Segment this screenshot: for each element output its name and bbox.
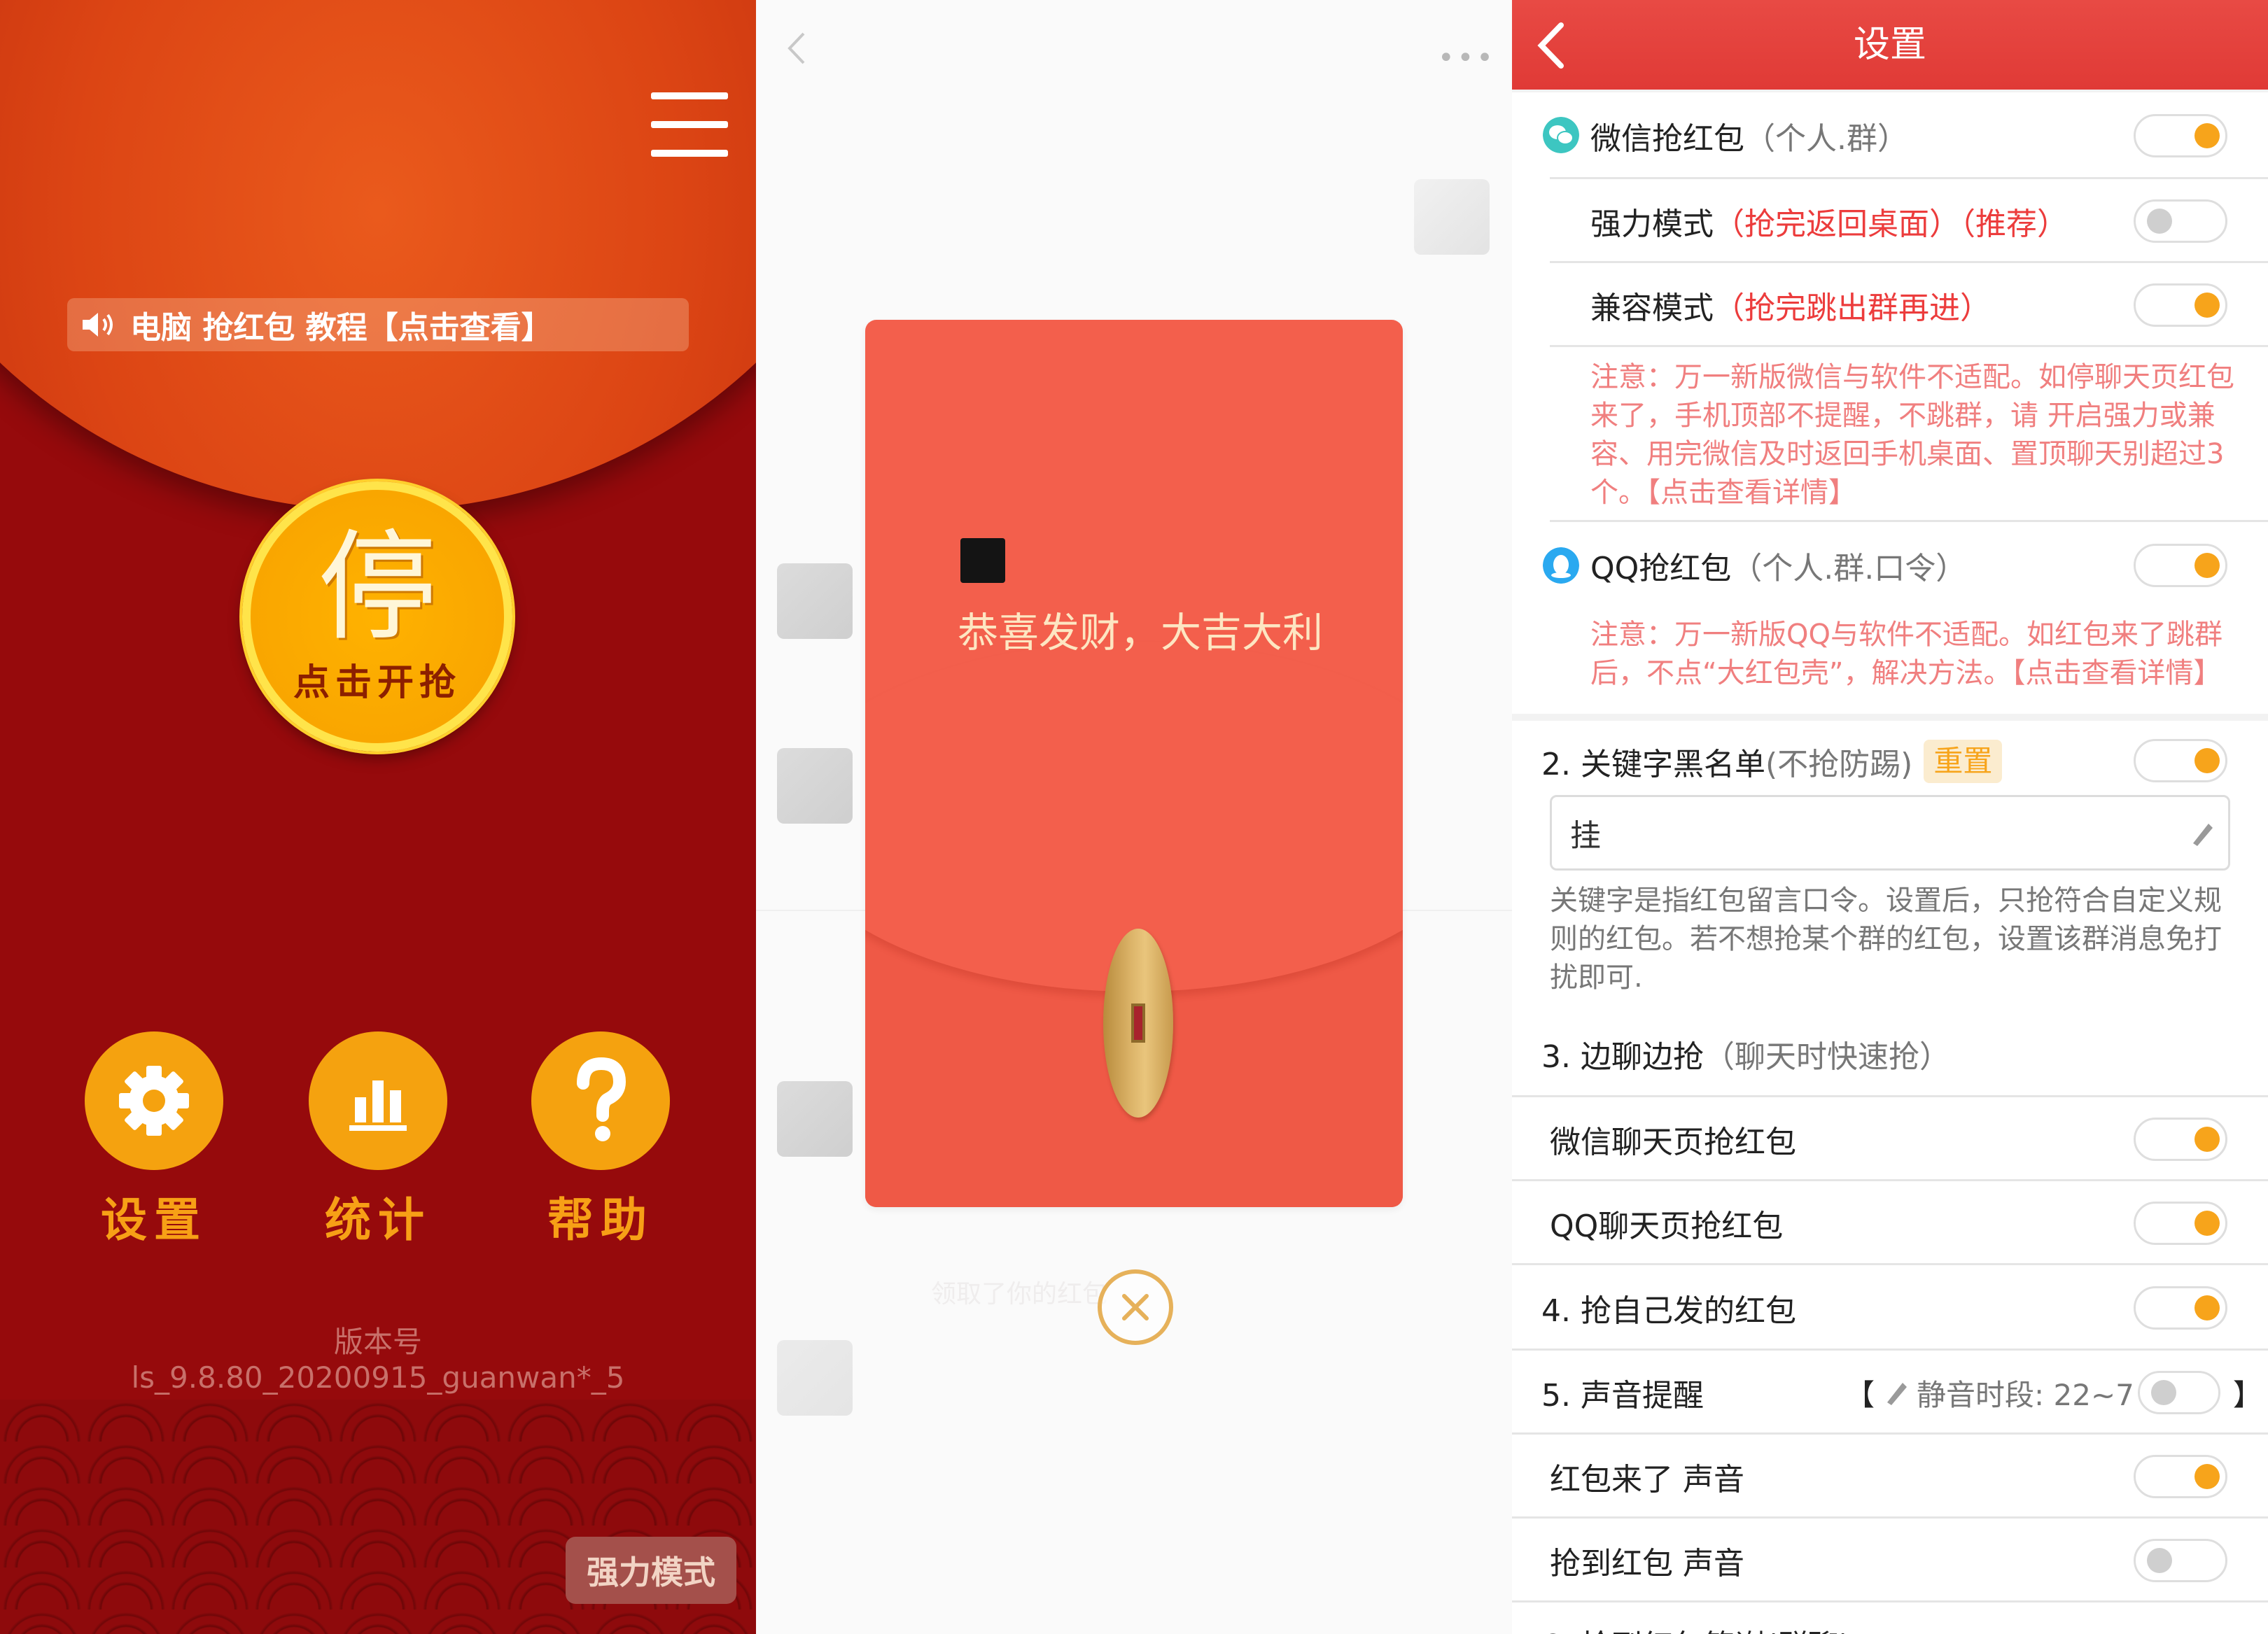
qq-note[interactable]: 注意：万一新版QQ与软件不适配。如红包来了跳群后，不点“大红包壳”，解决方法。【… — [1590, 616, 2255, 693]
mute-bracket-open: 【 — [1845, 1377, 1875, 1412]
strong-mode-hint: （抢完返回桌面）（推荐） — [1714, 206, 2068, 242]
avatar[interactable] — [777, 1081, 853, 1157]
main-screen: 电脑 抢红包 教程【点击查看】 停 点击开抢 设置 统计 帮助 版本号 ls_9… — [0, 0, 756, 1634]
envelope-top-flap — [0, 0, 756, 511]
keyword-toggle[interactable] — [2134, 739, 2227, 782]
qq-grab-hint: （个人.群.口令） — [1731, 551, 1967, 586]
reset-button[interactable]: 重置 — [1924, 740, 2003, 783]
qq-chat-row[interactable]: QQ聊天页抢红包 — [1512, 1181, 2268, 1265]
chat-grab-header: 3. 边聊边抢 （聊天时快速抢） — [1512, 1010, 2268, 1097]
gear-icon — [119, 1066, 189, 1136]
sound-arrive-row[interactable]: 红包来了 声音 — [1512, 1435, 2268, 1519]
tutorial-notice-text: 电脑 抢红包 教程【点击查看】 — [130, 310, 552, 346]
strong-mode-toggle[interactable] — [2134, 199, 2227, 243]
mute-period-label[interactable]: 静音时段: 22~7 — [1917, 1372, 2134, 1414]
avatar[interactable] — [777, 563, 853, 639]
own-packet-row[interactable]: 4. 抢自己发的红包 — [1512, 1265, 2268, 1351]
mode-badge[interactable]: 强力模式 — [566, 1537, 736, 1604]
qq-grab-row[interactable]: QQ抢红包 （个人.群.口令） — [1512, 522, 2268, 609]
titlebar: 设置 — [1512, 0, 2268, 90]
help-button[interactable]: 帮助 — [531, 1031, 671, 1250]
stop-glyph: 停 — [317, 518, 437, 657]
compat-mode-row[interactable]: 兼容模式 （抢完跳出群再进） — [1512, 263, 2268, 347]
settings-label: 设置 — [101, 1193, 207, 1247]
back-icon[interactable] — [783, 31, 811, 66]
chat-grab-hint: （聊天时快速抢） — [1703, 1039, 1950, 1075]
keyword-label: 2. 关键字黑名单 — [1541, 747, 1765, 782]
wechat-chat-toggle[interactable] — [2134, 1118, 2227, 1161]
start-grab-label: 点击开抢 — [293, 661, 461, 704]
qq-note-row: 注意：万一新版QQ与软件不适配。如红包来了跳群后，不点“大红包壳”，解决方法。【… — [1512, 609, 2268, 714]
sound-arrive-label: 红包来了 声音 — [1550, 1462, 1744, 1498]
red-envelope[interactable]: 恭喜发财，大吉大利 — [865, 320, 1403, 1207]
start-grab-button[interactable]: 停 点击开抢 — [242, 481, 512, 752]
wechat-grab-hint: （个人.群） — [1744, 121, 1908, 157]
compat-mode-hint: （抢完跳出群再进） — [1714, 290, 1991, 326]
speaker-icon — [83, 313, 113, 337]
version-value: ls_9.8.80_20200915_guanwan*_5 — [131, 1360, 625, 1395]
wechat-grab-row[interactable]: 微信抢红包 （个人.群） — [1512, 92, 2268, 179]
own-packet-toggle[interactable] — [2134, 1286, 2227, 1330]
sound-grabbed-toggle[interactable] — [2134, 1539, 2227, 1582]
bar-chart-icon — [349, 1080, 407, 1131]
thanks-row[interactable]: 6. 抢到红包答谢(群聊) — [1512, 1603, 2268, 1634]
open-coin-button[interactable] — [1103, 929, 1173, 1118]
question-icon — [577, 1057, 626, 1141]
wechat-chat-label: 微信聊天页抢红包 — [1550, 1125, 1796, 1160]
sound-grabbed-row[interactable]: 抢到红包 声音 — [1512, 1519, 2268, 1603]
wechat-note[interactable]: 注意：万一新版微信与软件不适配。如停聊天页红包来了，手机顶部不提醒，不跳群，请 … — [1590, 358, 2241, 512]
qq-grab-toggle[interactable] — [2134, 544, 2227, 587]
mute-period-toggle[interactable] — [2138, 1371, 2220, 1414]
more-icon[interactable]: ••• — [1438, 42, 1496, 74]
settings-screen: 设置 微信抢红包 （个人.群） 强力模式 （抢完返回桌面）（推荐） 兼容模式 （… — [1512, 0, 2268, 1634]
system-message: 领取了你的红包 — [931, 1280, 1108, 1309]
keyword-input[interactable] — [1550, 795, 2230, 871]
avatar[interactable] — [1414, 179, 1490, 255]
strong-mode-label: 强力模式 — [1590, 206, 1714, 242]
qq-icon — [1543, 547, 1579, 584]
statistics-label: 统计 — [325, 1193, 431, 1247]
coin-hole — [1131, 1003, 1145, 1043]
chat-grab-label: 3. 边聊边抢 — [1541, 1039, 1704, 1075]
sender-avatar — [960, 538, 1005, 583]
compat-mode-label: 兼容模式 — [1590, 290, 1714, 326]
wechat-grab-toggle[interactable] — [2134, 114, 2227, 157]
strong-mode-row[interactable]: 强力模式 （抢完返回桌面）（推荐） — [1512, 179, 2268, 263]
close-button[interactable] — [1098, 1269, 1173, 1345]
avatar[interactable] — [777, 748, 853, 824]
qq-chat-label: QQ聊天页抢红包 — [1550, 1209, 1784, 1244]
sound-row[interactable]: 5. 声音提醒 【 静音时段: 22~7 】 — [1512, 1351, 2268, 1435]
tutorial-notice-bar[interactable]: 电脑 抢红包 教程【点击查看】 — [67, 298, 689, 351]
qq-grab-label: QQ抢红包 — [1590, 551, 1732, 586]
pencil-icon[interactable] — [2188, 818, 2216, 849]
mute-bracket-close: 】 — [2233, 1377, 2263, 1412]
version-label: 版本号 — [333, 1325, 422, 1359]
avatar[interactable] — [777, 1340, 853, 1416]
keyword-hint: (不抢防踢) — [1765, 747, 1913, 782]
keyword-field[interactable] — [1570, 797, 2172, 868]
page-title: 设置 — [1853, 24, 1926, 66]
settings-button[interactable]: 设置 — [84, 1031, 224, 1250]
own-packet-label: 4. 抢自己发的红包 — [1541, 1293, 1796, 1329]
statistics-button[interactable]: 统计 — [308, 1031, 448, 1250]
wechat-chat-row[interactable]: 微信聊天页抢红包 — [1512, 1097, 2268, 1181]
menu-icon[interactable] — [651, 90, 728, 160]
sound-label: 5. 声音提醒 — [1541, 1378, 1704, 1414]
wechat-note-row: 注意：万一新版微信与软件不适配。如停聊天页红包来了，手机顶部不提醒，不跳群，请 … — [1512, 347, 2268, 522]
wechat-icon — [1543, 117, 1579, 153]
help-label: 帮助 — [547, 1193, 654, 1247]
close-icon — [1122, 1294, 1149, 1320]
envelope-screen: ••• 领取了你的红包 恭喜发财，大吉大利 — [756, 0, 1512, 1634]
keyword-description: 关键字是指红包留言口令。设置后，只抢符合自定义规则的红包。若不想抢某个群的红包，… — [1550, 885, 2222, 994]
sound-arrive-toggle[interactable] — [2134, 1455, 2227, 1498]
thanks-label: 6. 抢到红包答谢(群聊) — [1541, 1621, 1851, 1634]
sound-grabbed-label: 抢到红包 声音 — [1550, 1546, 1744, 1582]
wechat-grab-label: 微信抢红包 — [1590, 121, 1744, 157]
envelope-greeting: 恭喜发财，大吉大利 — [958, 609, 1324, 656]
pencil-icon[interactable] — [1882, 1377, 1910, 1408]
compat-mode-toggle[interactable] — [2134, 283, 2227, 327]
qq-chat-toggle[interactable] — [2134, 1202, 2227, 1245]
